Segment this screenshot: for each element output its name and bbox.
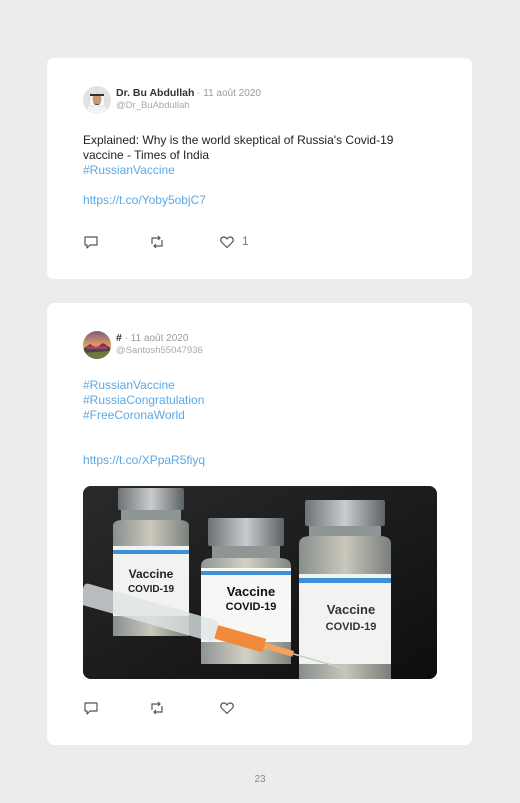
tweet-actions: 1 [83, 234, 283, 250]
retweet-icon[interactable] [149, 700, 165, 716]
tweet-text-line: vaccine - Times of India [83, 148, 210, 162]
tweet-header: Dr. Bu Abdullah · 11 août 2020 [116, 87, 261, 99]
vial-label-text: Vaccine [129, 567, 174, 581]
vial-label-text: Vaccine [227, 584, 275, 599]
hashtag-link[interactable]: #FreeCoronaWorld [83, 408, 443, 423]
reply-icon[interactable] [83, 234, 99, 250]
tweet-date[interactable]: · 11 août 2020 [194, 88, 261, 99]
tweet-card-2: # · 11 août 2020 @Santosh55047936 #Russi… [47, 303, 472, 745]
avatar-man-icon [83, 86, 111, 114]
tweet-text-line: Explained: Why is the world skeptical of… [83, 133, 394, 147]
page-number: 23 [254, 774, 266, 785]
tweet-header: # · 11 août 2020 [116, 332, 188, 344]
tweet-actions [83, 700, 283, 716]
vial-label-text: COVID-19 [128, 584, 175, 595]
like-icon[interactable] [219, 234, 235, 250]
avatar[interactable] [83, 331, 111, 359]
like-count: 1 [242, 234, 249, 248]
vaccine-vials-photo-icon: Vaccine COVID-19 Vaccine COVID-19 Vaccin… [83, 486, 437, 679]
tweet-url-link[interactable]: https://t.co/Yoby5objC7 [83, 193, 443, 208]
hashtag-link[interactable]: #RussiaCongratulation [83, 393, 443, 408]
vial-label-text: COVID-19 [326, 621, 377, 633]
like-icon[interactable] [219, 700, 235, 716]
avatar-landscape-icon [83, 331, 111, 359]
tweet-card-1: Dr. Bu Abdullah · 11 août 2020 @Dr_BuAbd… [47, 58, 472, 279]
author-handle[interactable]: @Santosh55047936 [116, 345, 203, 356]
retweet-icon[interactable] [149, 234, 165, 250]
tweet-body: Explained: Why is the world skeptical of… [83, 133, 443, 208]
hashtag-link[interactable]: #RussianVaccine [83, 378, 443, 393]
hashtag-link[interactable]: #RussianVaccine [83, 163, 443, 178]
reply-icon[interactable] [83, 700, 99, 716]
tweet-media-image[interactable]: Vaccine COVID-19 Vaccine COVID-19 Vaccin… [83, 486, 437, 679]
author-name[interactable]: Dr. Bu Abdullah [116, 87, 194, 99]
vial-label-text: Vaccine [327, 602, 375, 617]
tweet-body: #RussianVaccine #RussiaCongratulation #F… [83, 378, 443, 468]
tweet-date[interactable]: · 11 août 2020 [122, 333, 189, 344]
tweet-url-link[interactable]: https://t.co/XPpaR5fiyq [83, 453, 443, 468]
avatar[interactable] [83, 86, 111, 114]
vial-label-text: COVID-19 [226, 601, 277, 613]
author-handle[interactable]: @Dr_BuAbdullah [116, 100, 190, 111]
